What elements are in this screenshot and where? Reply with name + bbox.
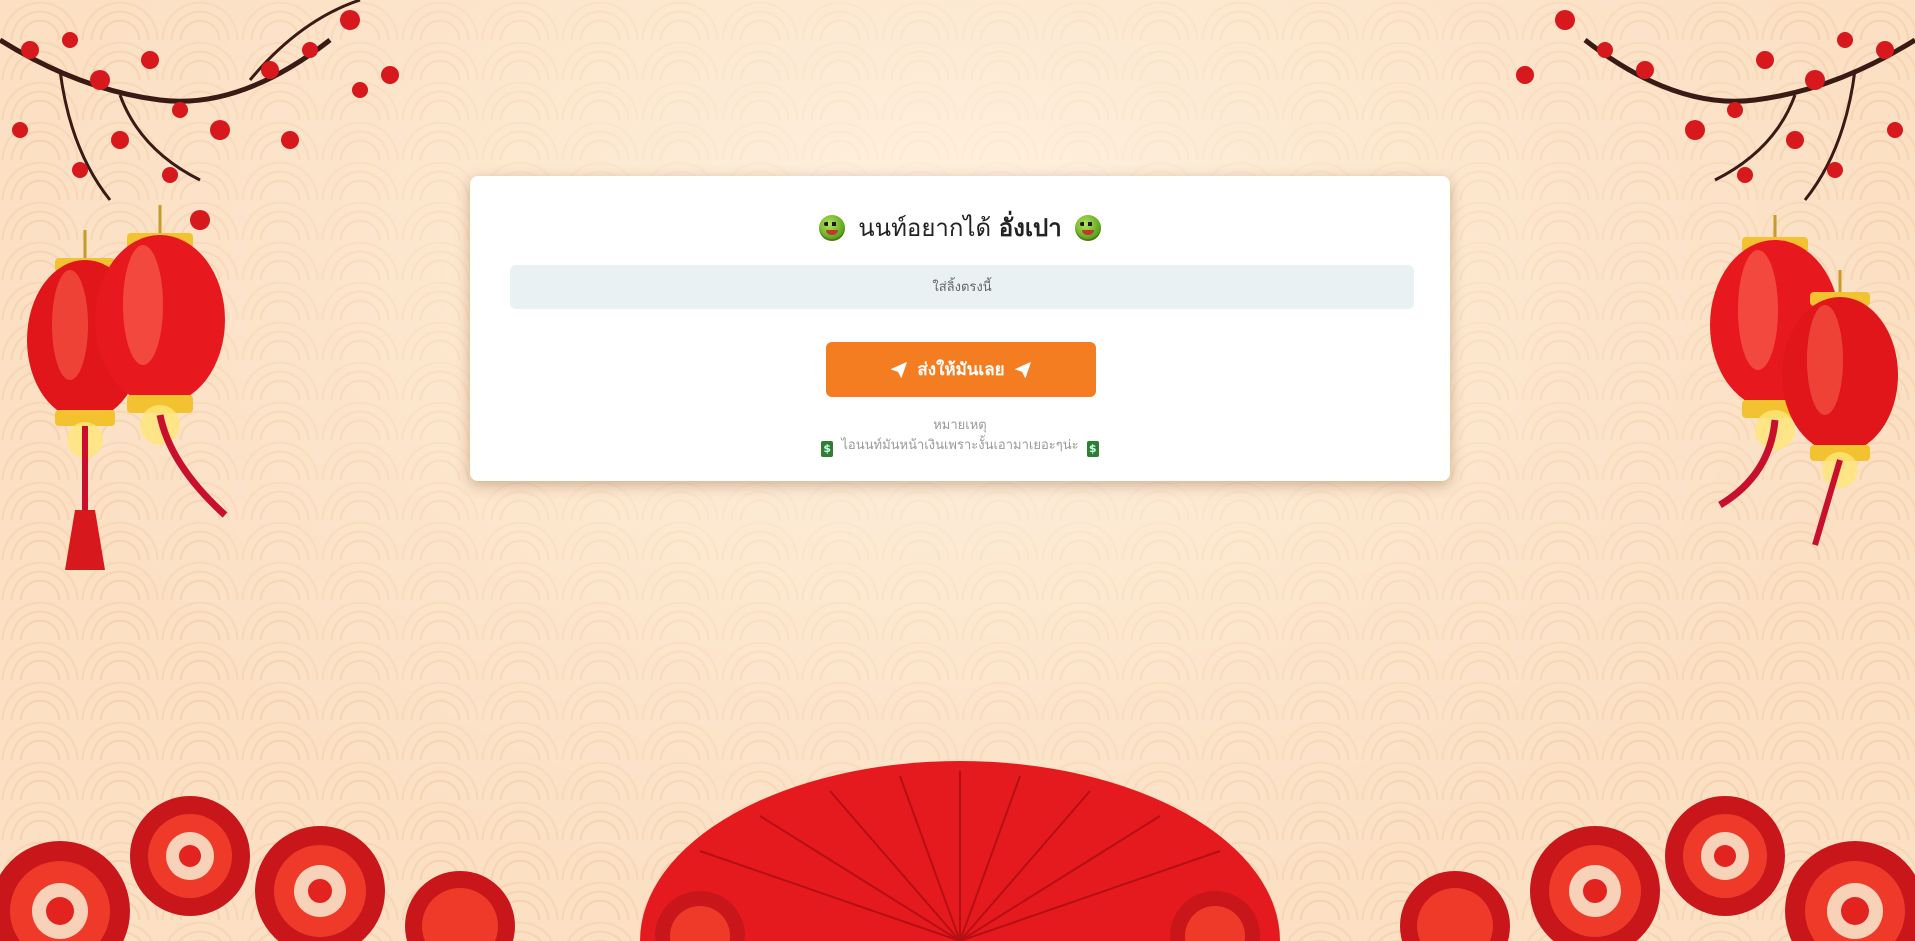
paper-plane-icon	[891, 361, 908, 378]
fan-and-clouds-decoration	[0, 761, 1915, 941]
title-strong: อั่งเปา	[998, 214, 1062, 242]
send-button-label: ส่งให้มันเลย	[917, 360, 1005, 380]
dollar-icon: $	[1086, 441, 1099, 457]
title-prefix: นนท์อยากได้	[858, 214, 992, 242]
paper-plane-icon	[1014, 361, 1031, 378]
money-mouth-face-icon	[1075, 215, 1102, 241]
note: $ ไอนนท์มันหน้าเงินเพราะงั้นเอามาเยอะๆน่…	[470, 434, 1450, 457]
send-button[interactable]: ส่งให้มันเลย	[826, 342, 1096, 397]
page-title: นนท์อยากได้ อั่งเปา	[470, 208, 1450, 247]
lantern-right-back-icon	[1782, 270, 1898, 546]
plum-blossom-branch-right	[1516, 10, 1915, 201]
dollar-icon: $	[821, 441, 834, 457]
note-title: หมายเหตุ	[933, 418, 987, 433]
money-mouth-face-icon	[818, 215, 845, 241]
note-text: ไอนนท์มันหน้าเงินเพราะงั้นเอามาเยอะๆน่ะ	[841, 438, 1079, 453]
request-card: นนท์อยากได้ อั่งเปา ส่งให้มันเลย หมายเหต…	[470, 176, 1450, 481]
link-input[interactable]	[510, 265, 1414, 309]
lantern-left-front-icon	[95, 205, 228, 518]
